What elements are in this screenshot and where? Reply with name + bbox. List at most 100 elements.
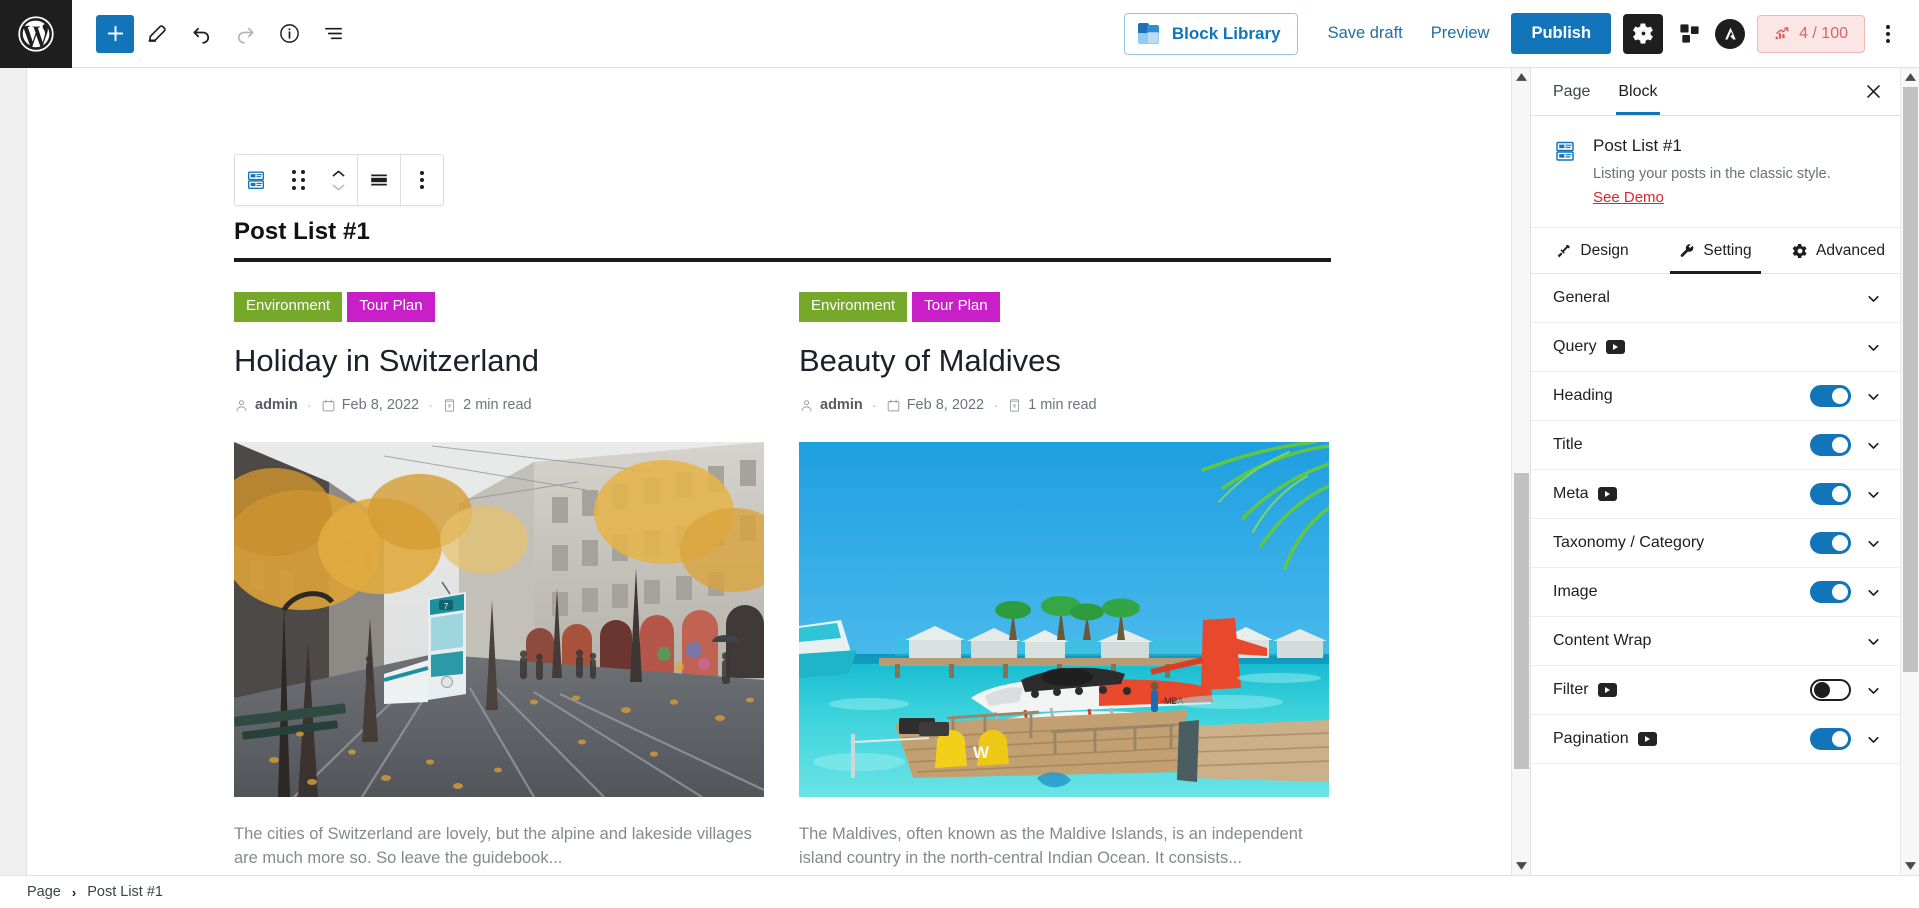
astra-logo-icon[interactable] [1715, 18, 1746, 49]
brush-icon [1558, 244, 1571, 258]
redo-button[interactable] [224, 13, 266, 55]
chevron-down-icon[interactable] [1865, 633, 1882, 650]
setting-row-query[interactable]: Query [1531, 323, 1900, 373]
setting-row-content-wrap[interactable]: Content Wrap [1531, 617, 1900, 667]
drag-handle-button[interactable] [277, 155, 319, 205]
taxonomy-toggle[interactable] [1810, 532, 1851, 555]
tools-button[interactable] [136, 13, 178, 55]
list-view-button[interactable] [312, 13, 354, 55]
post-card[interactable]: Environment Tour Plan Beauty of Maldives… [799, 292, 1329, 875]
canvas-scrollbar[interactable] [1511, 68, 1530, 875]
more-options-button[interactable] [1871, 14, 1905, 54]
post-title[interactable]: Beauty of Maldives [799, 342, 1329, 379]
post-date[interactable]: Feb 8, 2022 [321, 397, 419, 413]
tab-advanced[interactable]: Advanced [1777, 228, 1900, 273]
block-options-button[interactable] [401, 155, 443, 205]
filter-toggle[interactable] [1810, 679, 1851, 702]
category-badge[interactable]: Tour Plan [347, 292, 435, 322]
post-meta: admin · Feb 8, 2022 · [234, 397, 764, 414]
setting-row-filter[interactable]: Filter [1531, 666, 1900, 716]
post-excerpt: The cities of Switzerland are lovely, bu… [234, 824, 752, 867]
chevron-down-icon[interactable] [1865, 437, 1882, 454]
chevron-down-icon[interactable] [1865, 388, 1882, 405]
post-list-heading[interactable]: Post List #1 [234, 218, 1127, 258]
undo-button[interactable] [180, 13, 222, 55]
chevron-up-icon[interactable] [330, 167, 347, 180]
save-draft-button[interactable]: Save draft [1314, 15, 1417, 52]
scroll-up-arrow[interactable] [1901, 68, 1919, 86]
status-badge[interactable]: 4 / 100 [1757, 14, 1865, 53]
pagination-toggle[interactable] [1810, 728, 1851, 751]
image-toggle[interactable] [1810, 581, 1851, 604]
tab-design[interactable]: Design [1531, 228, 1654, 273]
block-library-button[interactable]: Block Library [1123, 12, 1298, 55]
chevron-down-icon[interactable] [330, 181, 347, 194]
block-toolbar-group-block [235, 155, 358, 205]
video-help-icon[interactable] [1605, 340, 1625, 355]
details-button[interactable] [268, 13, 310, 55]
video-help-icon[interactable] [1597, 683, 1617, 698]
scroll-down-arrow[interactable] [1512, 857, 1530, 875]
setting-row-pagination[interactable]: Pagination [1531, 715, 1900, 765]
align-button[interactable] [358, 155, 400, 205]
see-demo-link[interactable]: See Demo [1593, 189, 1664, 206]
setting-row-heading[interactable]: Heading [1531, 372, 1900, 422]
tab-block[interactable]: Block [1604, 69, 1671, 115]
post-title[interactable]: Holiday in Switzerland [234, 342, 764, 379]
pencil-icon [148, 25, 166, 42]
wordpress-logo[interactable] [0, 0, 72, 68]
scroll-down-arrow[interactable] [1901, 857, 1919, 875]
category-badge[interactable]: Environment [799, 292, 908, 322]
setting-row-image[interactable]: Image [1531, 568, 1900, 618]
canvas-scroll-thumb[interactable] [1514, 473, 1529, 769]
chevron-down-icon[interactable] [1865, 584, 1882, 601]
chevron-down-icon[interactable] [1865, 682, 1882, 699]
preview-button[interactable]: Preview [1417, 15, 1504, 52]
chevron-down-icon[interactable] [1865, 339, 1882, 356]
tab-setting-label: Setting [1703, 242, 1752, 260]
post-list-block[interactable]: Post List #1 Environment Tour Plan Holid… [27, 68, 1331, 875]
setting-row-meta[interactable]: Meta [1531, 470, 1900, 520]
post-thumbnail[interactable]: 7 [234, 441, 764, 797]
setting-row-taxonomy[interactable]: Taxonomy / Category [1531, 519, 1900, 569]
move-block-controls[interactable] [319, 167, 357, 194]
meta-toggle[interactable] [1810, 483, 1851, 506]
settings-button[interactable] [1623, 13, 1664, 54]
post-card[interactable]: Environment Tour Plan Holiday in Switzer… [234, 292, 764, 875]
left-gutter [0, 68, 27, 875]
post-date[interactable]: Feb 8, 2022 [886, 397, 984, 413]
setting-row-title[interactable]: Title [1531, 421, 1900, 471]
video-help-icon[interactable] [1637, 732, 1657, 747]
read-time-icon [1010, 399, 1020, 412]
wordpress-block-editor: Block Library Save draft Preview Publish [0, 0, 1919, 908]
breadcrumb-item-block[interactable]: Post List #1 [87, 884, 163, 900]
sidebar-scrollbar[interactable] [1900, 68, 1919, 875]
category-badge[interactable]: Tour Plan [912, 292, 1000, 322]
close-sidebar-button[interactable] [1854, 73, 1892, 111]
scroll-up-arrow[interactable] [1512, 68, 1530, 86]
tab-page[interactable]: Page [1539, 69, 1604, 114]
meta-separator: · [306, 396, 312, 414]
post-author[interactable]: admin [799, 397, 863, 413]
title-toggle[interactable] [1810, 434, 1851, 457]
block-type-button[interactable] [235, 155, 277, 205]
setting-row-general[interactable]: General [1531, 274, 1900, 324]
post-read-time: 2 min read [442, 397, 532, 413]
category-badge[interactable]: Environment [234, 292, 343, 322]
setting-label: Heading [1553, 387, 1613, 405]
info-icon [279, 24, 299, 43]
chevron-down-icon[interactable] [1865, 290, 1882, 307]
blocks-button[interactable] [1669, 14, 1709, 54]
publish-button[interactable]: Publish [1511, 13, 1612, 54]
tab-setting[interactable]: Setting [1654, 228, 1777, 275]
video-help-icon[interactable] [1597, 487, 1617, 502]
chevron-down-icon[interactable] [1865, 535, 1882, 552]
heading-toggle[interactable] [1810, 385, 1851, 408]
sidebar-scroll-thumb[interactable] [1903, 87, 1918, 672]
chevron-down-icon[interactable] [1865, 486, 1882, 503]
post-thumbnail[interactable]: -MBA W [799, 441, 1329, 797]
chevron-down-icon[interactable] [1865, 731, 1882, 748]
breadcrumb-item-page[interactable]: Page [27, 884, 61, 900]
post-author[interactable]: admin [234, 397, 298, 413]
add-block-button[interactable] [96, 14, 134, 53]
